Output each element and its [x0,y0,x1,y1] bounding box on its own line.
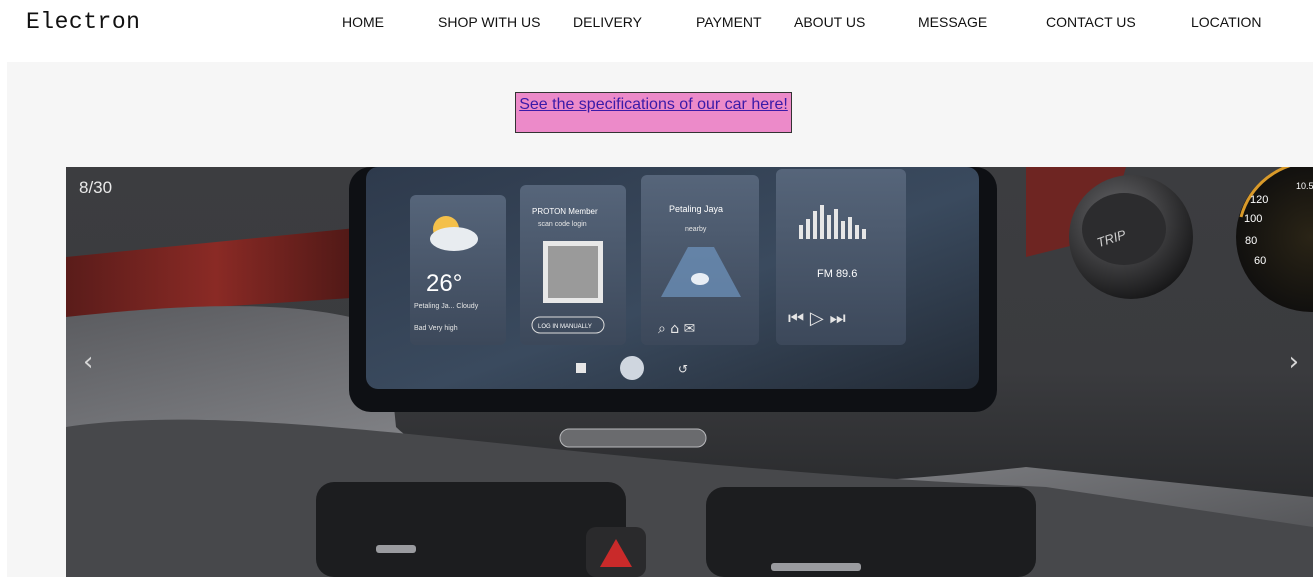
svg-text:80: 80 [1245,235,1257,247]
spec-link[interactable]: See the specifications of our car here! [519,96,788,113]
nav-payment[interactable]: PAYMENT [696,14,762,30]
svg-text:10.50: 10.50 [1296,181,1313,191]
svg-text:nearby: nearby [685,226,707,233]
svg-text:↺: ↺ [678,362,688,376]
next-slide-button[interactable]: › [1289,347,1299,377]
svg-text:⏮ ▷ ⏭: ⏮ ▷ ⏭ [788,308,846,329]
nav-delivery[interactable]: DELIVERY [573,14,642,30]
nav-shop-with-us[interactable]: SHOP WITH US [438,14,540,30]
svg-text:⌕ ⌂ ✉: ⌕ ⌂ ✉ [658,321,695,337]
temperature-text: 26° [426,270,462,297]
svg-text:60: 60 [1254,255,1266,267]
top-navigation-bar: Electron HOME SHOP WITH US DELIVERY PAYM… [0,0,1313,44]
svg-text:100: 100 [1244,213,1262,225]
nav-location[interactable]: LOCATION [1191,14,1262,30]
svg-text:Bad Very high: Bad Very high [414,325,458,332]
svg-text:120: 120 [1250,194,1268,206]
svg-text:LOG IN MANUALLY: LOG IN MANUALLY [538,324,592,330]
spec-link-box: See the specifications of our car here! [515,92,792,133]
svg-text:Petaling Ja... Cloudy: Petaling Ja... Cloudy [414,303,479,310]
nav-contact-us[interactable]: CONTACT US [1046,14,1136,30]
car-dashboard-photo: 26° Petaling Ja... Cloudy Bad Very high … [66,167,1313,577]
svg-text:PROTON Member: PROTON Member [532,207,598,216]
slide-counter: 8/30 [79,178,113,197]
image-slideshow: 26° Petaling Ja... Cloudy Bad Very high … [66,167,1313,577]
previous-slide-button[interactable]: ‹ [83,347,93,377]
site-logo[interactable]: Electron [26,9,140,35]
nav-about-us[interactable]: ABOUT US [794,14,865,30]
svg-text:FM 89.6: FM 89.6 [817,268,857,280]
svg-text:Petaling Jaya: Petaling Jaya [669,204,723,214]
nav-home[interactable]: HOME [342,14,384,30]
nav-message[interactable]: MESSAGE [918,14,987,30]
svg-text:scan code login: scan code login [538,221,587,228]
